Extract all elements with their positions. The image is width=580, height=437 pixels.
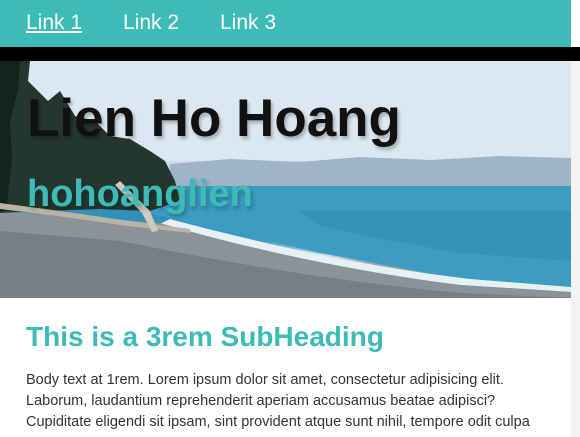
nav-link-2[interactable]: Link 2: [123, 10, 179, 36]
subheading: This is a 3rem SubHeading: [26, 321, 384, 352]
main-content: This is a 3rem SubHeading Body text at 1…: [26, 320, 546, 433]
nav-link-1[interactable]: Link 1: [26, 10, 82, 36]
site-title: Lien Ho Hoang: [27, 89, 401, 148]
top-navigation: Link 1 Link 2 Link 3: [0, 0, 571, 47]
site-subtitle: hohoanglien: [27, 173, 253, 215]
nav-link-3[interactable]: Link 3: [220, 10, 276, 36]
body-text: Body text at 1rem. Lorem ipsum dolor sit…: [26, 372, 530, 430]
nav-divider-strip: [0, 47, 580, 61]
page-scrollbar[interactable]: [571, 61, 580, 437]
